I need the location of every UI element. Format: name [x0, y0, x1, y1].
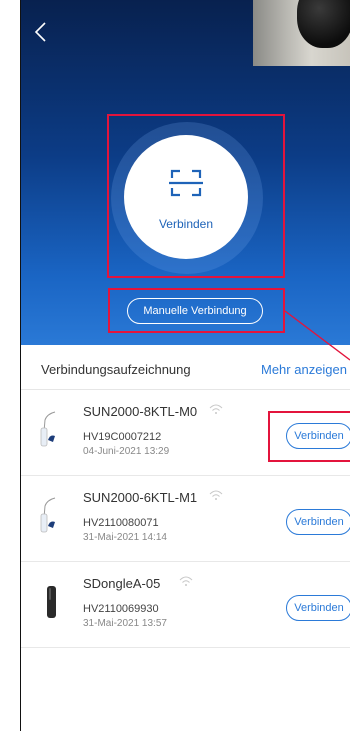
wifi-icon [209, 490, 223, 500]
device-serial: HV2110069930 [83, 603, 159, 615]
dongle-icon [47, 586, 56, 618]
wifi-icon [209, 404, 223, 414]
connect-header: Verbinden Manuelle Verbindung [21, 0, 350, 345]
chevron-left-icon[interactable] [31, 20, 53, 44]
device-date: 04-Juni-2021 13:29 [83, 446, 170, 457]
show-more-link[interactable]: Mehr anzeigen [261, 362, 347, 377]
device-name: SUN2000-6KTL-M1 [83, 490, 198, 505]
device-connect-button[interactable]: Verbinden [286, 595, 350, 621]
inverter-icon [40, 411, 56, 447]
device-date: 31-Mai-2021 14:14 [83, 532, 167, 543]
app-screen: Verbinden Manuelle Verbindung Verbindung… [21, 0, 350, 731]
inverter-icon [40, 497, 56, 533]
screen-edge-line [20, 0, 21, 731]
device-serial: HV19C0007212 [83, 431, 162, 443]
list-item[interactable]: SDongleA-05 HV2110069930 31-Mai-2021 13:… [21, 562, 350, 648]
device-connect-button[interactable]: Verbinden [286, 509, 350, 535]
camera-preview-image [253, 0, 350, 66]
device-serial: HV2110080071 [83, 517, 159, 529]
wifi-icon [179, 576, 193, 586]
device-date: 31-Mai-2021 13:57 [83, 618, 167, 629]
left-margin [0, 0, 20, 731]
records-header: Verbindungsaufzeichnung Mehr anzeigen [21, 345, 350, 390]
device-name: SUN2000-8KTL-M0 [83, 404, 198, 419]
device-name: SDongleA-05 [83, 576, 161, 591]
list-item[interactable]: SUN2000-8KTL-M0 HV19C0007212 04-Juni-202… [21, 390, 350, 476]
list-item[interactable]: SUN2000-6KTL-M1 HV2110080071 31-Mai-2021… [21, 476, 350, 562]
records-title: Verbindungsaufzeichnung [41, 362, 191, 377]
highlight-box-connect [107, 114, 285, 278]
highlight-box-manual [108, 288, 285, 333]
highlight-box-row-connect [268, 411, 350, 462]
